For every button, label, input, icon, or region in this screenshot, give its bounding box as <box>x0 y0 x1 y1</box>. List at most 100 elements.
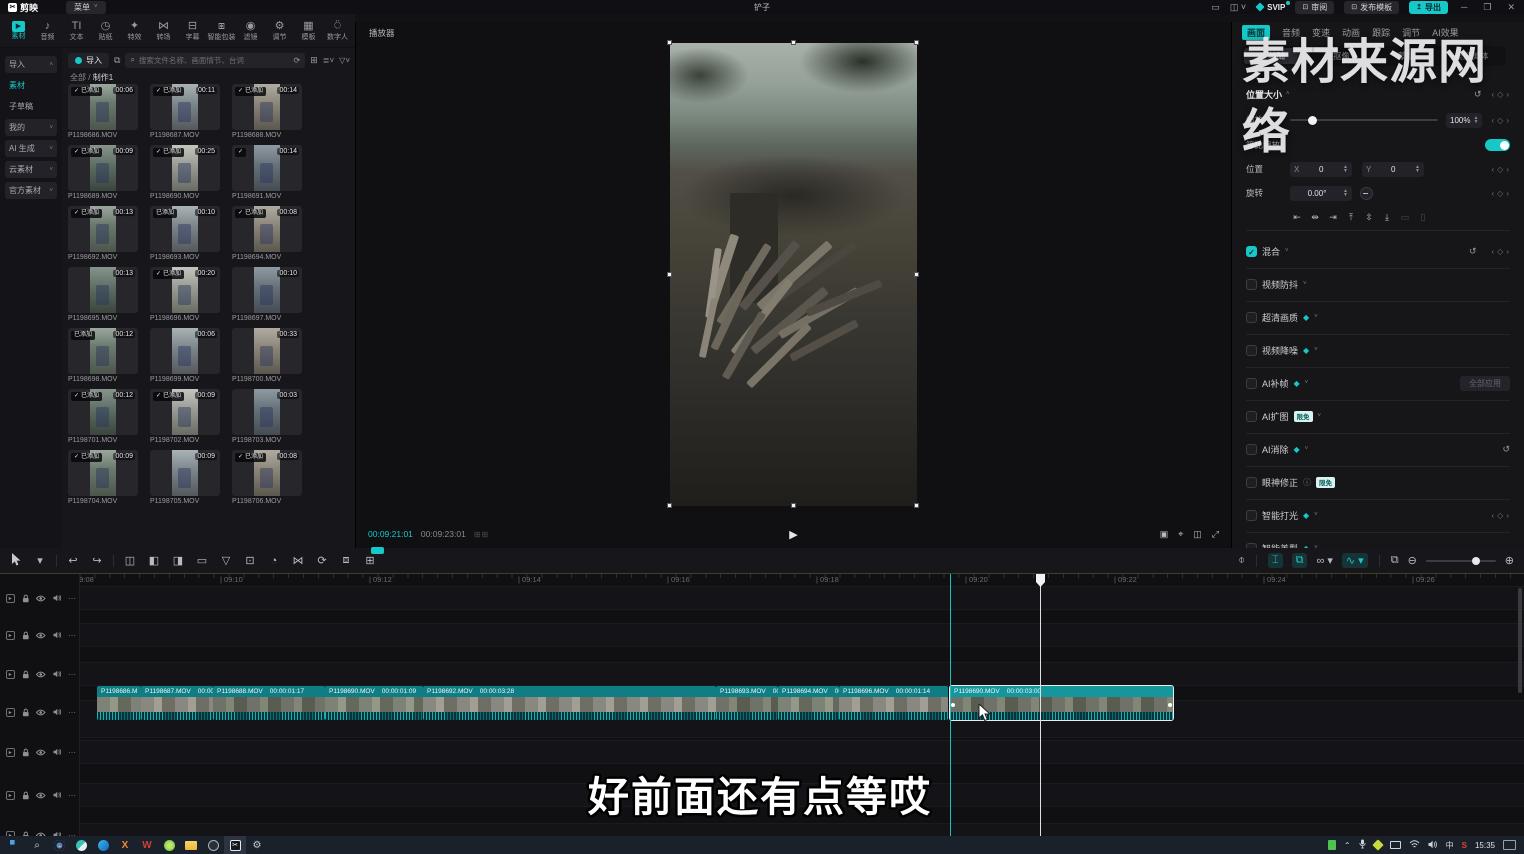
chevron-down-icon[interactable]: ˅ <box>1314 314 1318 320</box>
library-clip[interactable]: 00:13P1198695.MOV <box>68 267 138 322</box>
inspector-tab-变速[interactable]: 变速 <box>1312 26 1330 39</box>
keyframe-control[interactable]: ‹◇› <box>1492 90 1511 99</box>
clip-thumbnail[interactable]: ✓已添加00:20 <box>150 267 220 313</box>
inspector-section-智能打光[interactable]: 智能打光◆˅‹◇› <box>1246 503 1510 527</box>
selection-handle[interactable] <box>667 40 672 45</box>
speaker-icon[interactable] <box>53 708 61 716</box>
undo-icon[interactable]: ↩ <box>63 554 83 567</box>
ratio-icon[interactable]: ◫ <box>1193 529 1202 540</box>
chevron-down-icon[interactable]: ˅ <box>1314 347 1318 353</box>
lock-icon[interactable] <box>22 748 30 757</box>
checkbox-icon[interactable] <box>1246 378 1257 389</box>
inspector-section-AI扩图[interactable]: AI扩图限免˅ <box>1246 404 1510 428</box>
mask-icon[interactable]: ▽ <box>216 554 236 567</box>
refresh-icon[interactable]: ⟳ <box>294 56 301 65</box>
more-icon[interactable]: ⋯ <box>68 708 76 717</box>
speaker-icon[interactable] <box>53 791 61 799</box>
inspector-section-眼神修正[interactable]: 眼神修正ⓘ限免 <box>1246 470 1510 494</box>
clip-thumbnail[interactable]: 00:33 <box>232 328 302 374</box>
library-clip[interactable]: 已添加00:12P1198698.MOV <box>68 328 138 383</box>
sidebar-item-子草稿[interactable]: 子草稿 <box>5 98 57 115</box>
checkbox-icon[interactable] <box>1246 312 1257 323</box>
selection-handle[interactable] <box>667 503 672 508</box>
timeline-track-lane[interactable] <box>80 823 1524 836</box>
checkbox-icon[interactable] <box>1246 279 1257 290</box>
timeline-track-lane[interactable] <box>80 586 1524 610</box>
inspector-section-视频降噪[interactable]: 视频降噪◆˅ <box>1246 338 1510 362</box>
chevron-down-icon[interactable]: ˅ <box>1305 380 1309 386</box>
library-clip[interactable]: 00:33P1198700.MOV <box>232 328 302 383</box>
library-clip[interactable]: 00:06P1198699.MOV <box>150 328 220 383</box>
taskbar-clock[interactable]: 15:35 <box>1475 841 1495 850</box>
clip-thumbnail[interactable]: ✓已添加00:25 <box>150 145 220 191</box>
sidebar-item-官方素材[interactable]: 官方素材˅ <box>5 182 57 199</box>
tab-captions[interactable]: ⊟字幕 <box>178 20 207 41</box>
speaker-icon[interactable] <box>53 748 61 756</box>
timeline-clip[interactable]: P1198687.MOV00:00:0 <box>141 686 213 720</box>
collapse-icon[interactable]: ˄ <box>1286 91 1290 97</box>
taskbar-app-explorer[interactable] <box>180 836 202 854</box>
grid-small-icon[interactable]: ⧉ <box>114 55 120 66</box>
scale-keyframe[interactable]: ‹◇› <box>1492 116 1511 125</box>
tray-volume-icon[interactable] <box>1428 840 1438 851</box>
select-tool-icon[interactable] <box>6 553 26 569</box>
tray-diamond-icon[interactable] <box>1374 841 1382 849</box>
focus-icon[interactable]: ⌖ <box>1178 529 1183 540</box>
timeline-clip[interactable]: P1198694.MOV00: <box>778 686 839 720</box>
tab-smart-pack[interactable]: ⧆智能包装 <box>207 20 236 41</box>
clip-thumbnail[interactable]: 00:13 <box>68 267 138 313</box>
tray-wifi-icon[interactable] <box>1409 840 1420 851</box>
clip-thumbnail[interactable]: 已添加00:12 <box>68 328 138 374</box>
taskbar-app-edge[interactable] <box>92 836 114 854</box>
rotation-knob[interactable] <box>1360 187 1373 200</box>
inspector-section-AI补帧[interactable]: AI补帧◆˅全部应用 <box>1246 371 1510 395</box>
selection-handle[interactable] <box>791 503 796 508</box>
layout-split-icon[interactable]: ◫ ˅ <box>1230 2 1246 13</box>
more-icon[interactable]: ⋯ <box>68 670 76 679</box>
fullscreen-icon[interactable]: ⤢ <box>1212 529 1219 540</box>
timeline-clip[interactable]: P1198690.MOV00:00:01:09 <box>325 686 423 720</box>
align-right-icon[interactable]: ⇥ <box>1324 212 1342 223</box>
play-button[interactable]: ▶ <box>789 528 797 541</box>
sidebar-item-云素材[interactable]: 云素材˅ <box>5 161 57 178</box>
clip-thumbnail[interactable]: ✓已添加00:12 <box>68 389 138 435</box>
sidebar-item-导入[interactable]: 导入˄ <box>5 56 57 73</box>
speaker-icon[interactable] <box>53 594 61 602</box>
chevron-down-icon[interactable]: ˅ <box>1314 512 1318 518</box>
selection-handle[interactable] <box>914 272 919 277</box>
tab-template[interactable]: ▦模板 <box>294 20 323 41</box>
taskbar-app-paint[interactable] <box>70 836 92 854</box>
inspector-subtab-抠像[interactable]: 抠像 <box>1309 48 1374 64</box>
checkbox-icon[interactable] <box>1246 510 1257 521</box>
clip-thumbnail[interactable]: ✓已添加00:13 <box>68 206 138 252</box>
more-icon[interactable]: ⋯ <box>68 791 76 800</box>
menu-button[interactable]: 菜单˅ <box>66 1 106 14</box>
freeze-frame-icon[interactable]: ◔ <box>264 555 284 567</box>
clip-thumbnail[interactable]: 00:10 <box>232 267 302 313</box>
library-clip[interactable]: ✓已添加00:09P1198702.MOV <box>150 389 220 444</box>
chevron-down-icon[interactable]: ˅ <box>1318 413 1322 419</box>
timeline-clip[interactable]: P1198686.M <box>97 686 141 720</box>
inspector-tab-画面[interactable]: 画面 <box>1242 25 1270 40</box>
library-clip[interactable]: 00:03P1198703.MOV <box>232 389 302 444</box>
clip-thumbnail[interactable]: ✓已添加00:11 <box>150 84 220 130</box>
clip-thumbnail[interactable]: ✓已添加00:08 <box>232 206 302 252</box>
linkage-toggle-icon[interactable]: ⧉ <box>1292 553 1308 568</box>
clip-thumbnail[interactable]: 00:03 <box>232 389 302 435</box>
inspector-tab-动画[interactable]: 动画 <box>1342 26 1360 39</box>
inspector-section-AI消除[interactable]: AI消除◆˅↺ <box>1246 437 1510 461</box>
notification-center-icon[interactable] <box>1503 840 1516 850</box>
checkbox-icon[interactable] <box>1246 411 1257 422</box>
sidebar-item-AI 生成[interactable]: AI 生成˅ <box>5 140 57 157</box>
crop-icon[interactable]: ⊡ <box>240 554 260 567</box>
clip-trim-handle[interactable] <box>951 703 955 707</box>
taskbar-app-capcut[interactable]: ✂ <box>224 836 246 854</box>
taskbar-app-word[interactable]: W <box>136 836 158 854</box>
tab-audio[interactable]: ♪音频 <box>33 20 62 41</box>
export-button[interactable]: ↥导出 <box>1409 1 1448 14</box>
taskbar-app-search[interactable]: ⌕ <box>26 836 48 854</box>
inspector-tab-音频[interactable]: 音频 <box>1282 26 1300 39</box>
redo-icon[interactable]: ↪ <box>87 554 107 567</box>
crop-frame-icon[interactable]: ⧈ <box>336 554 356 567</box>
clip-trim-handle[interactable] <box>1168 703 1172 707</box>
